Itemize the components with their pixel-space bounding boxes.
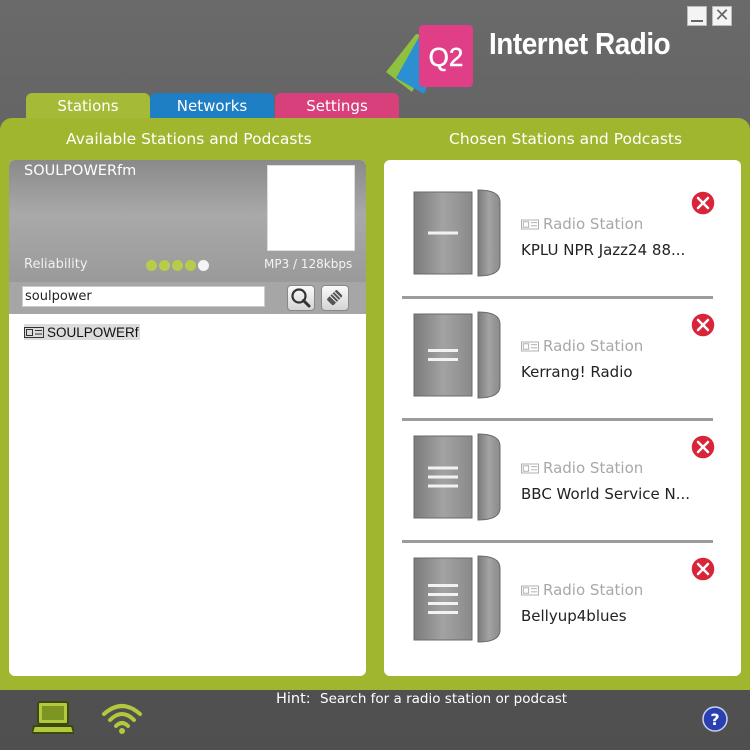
station-icon <box>413 555 501 643</box>
selected-station-name: SOULPOWERfm <box>24 163 137 179</box>
station-type-label: Radio Station <box>543 215 644 233</box>
station-type: Radio Station <box>521 337 643 355</box>
station-artwork <box>267 165 355 251</box>
radio-icon <box>24 326 44 338</box>
reliability-dot <box>198 260 209 271</box>
clear-search-button[interactable] <box>321 285 349 311</box>
chosen-section-title: Chosen Stations and Podcasts <box>449 130 683 148</box>
close-button[interactable]: ✕ <box>712 6 732 26</box>
tab-networks[interactable]: Networks <box>150 93 274 119</box>
available-section-title: Available Stations and Podcasts <box>66 130 312 148</box>
minimize-button[interactable] <box>687 6 707 26</box>
station-icon <box>413 433 501 521</box>
chosen-stations-panel: Radio Station KPLU NPR Jazz24 88... Radi… <box>384 160 741 676</box>
station-type-label: Radio Station <box>543 337 644 355</box>
search-result-label: SOULPOWERf <box>47 324 139 340</box>
wifi-icon[interactable] <box>100 700 144 736</box>
search-bar <box>9 282 366 314</box>
radio-icon <box>521 219 539 229</box>
station-name: KPLU NPR Jazz24 88... <box>521 241 686 259</box>
station-icon <box>413 311 501 399</box>
search-input[interactable] <box>22 286 265 307</box>
reliability-dot <box>185 260 196 271</box>
remove-icon[interactable] <box>690 190 716 216</box>
radio-icon <box>521 463 539 473</box>
svg-text:Q2: Q2 <box>429 42 464 72</box>
hint-text: Search for a radio station or podcast <box>320 691 568 707</box>
hint-label: Hint: <box>276 691 311 707</box>
reliability-dot <box>146 260 157 271</box>
tab-settings[interactable]: Settings <box>275 93 399 119</box>
chosen-station-item[interactable]: Radio Station Kerrang! Radio <box>384 282 741 404</box>
station-info-box: SOULPOWERfm Reliability MP3 / 128kbps <box>9 160 366 282</box>
available-stations-panel: SOULPOWERfm Reliability MP3 / 128kbps so… <box>9 160 366 676</box>
station-name: Bellyup4blues <box>521 607 627 625</box>
reliability-label: Reliability <box>24 257 88 272</box>
station-type: Radio Station <box>521 215 643 233</box>
radio-icon <box>521 341 539 351</box>
internet-radio-window: ✕ Q2 Internet Radio Stations Networks Se… <box>0 0 750 750</box>
remove-icon[interactable] <box>690 312 716 338</box>
chosen-station-item[interactable]: Radio Station KPLU NPR Jazz24 88... <box>384 160 741 282</box>
search-result-item[interactable]: SOULPOWERf <box>24 324 140 340</box>
eraser-icon <box>327 290 343 306</box>
search-button[interactable] <box>287 285 315 311</box>
remove-icon[interactable] <box>690 434 716 460</box>
reliability-dot <box>159 260 170 271</box>
station-name: Kerrang! Radio <box>521 363 633 381</box>
remove-icon[interactable] <box>690 556 716 582</box>
station-type: Radio Station <box>521 581 643 599</box>
tab-stations[interactable]: Stations <box>26 93 150 119</box>
q2-logo: Q2 <box>386 25 473 94</box>
help-icon[interactable]: ? <box>702 706 728 732</box>
reliability-rating <box>146 260 209 271</box>
radio-icon <box>521 585 539 595</box>
svg-text:?: ? <box>710 710 719 729</box>
app-title: Internet Radio <box>489 26 671 61</box>
chosen-station-item[interactable]: Radio Station BBC World Service N... <box>384 404 741 526</box>
search-icon <box>291 288 311 308</box>
station-icon <box>413 189 501 277</box>
station-type-label: Radio Station <box>543 581 644 599</box>
chosen-station-item[interactable]: Radio Station Bellyup4blues <box>384 526 741 648</box>
station-type: Radio Station <box>521 459 643 477</box>
station-type-label: Radio Station <box>543 459 644 477</box>
computer-icon[interactable] <box>32 700 74 736</box>
stream-format: MP3 / 128kbps <box>264 257 353 271</box>
reliability-dot <box>172 260 183 271</box>
station-name: BBC World Service N... <box>521 485 691 503</box>
